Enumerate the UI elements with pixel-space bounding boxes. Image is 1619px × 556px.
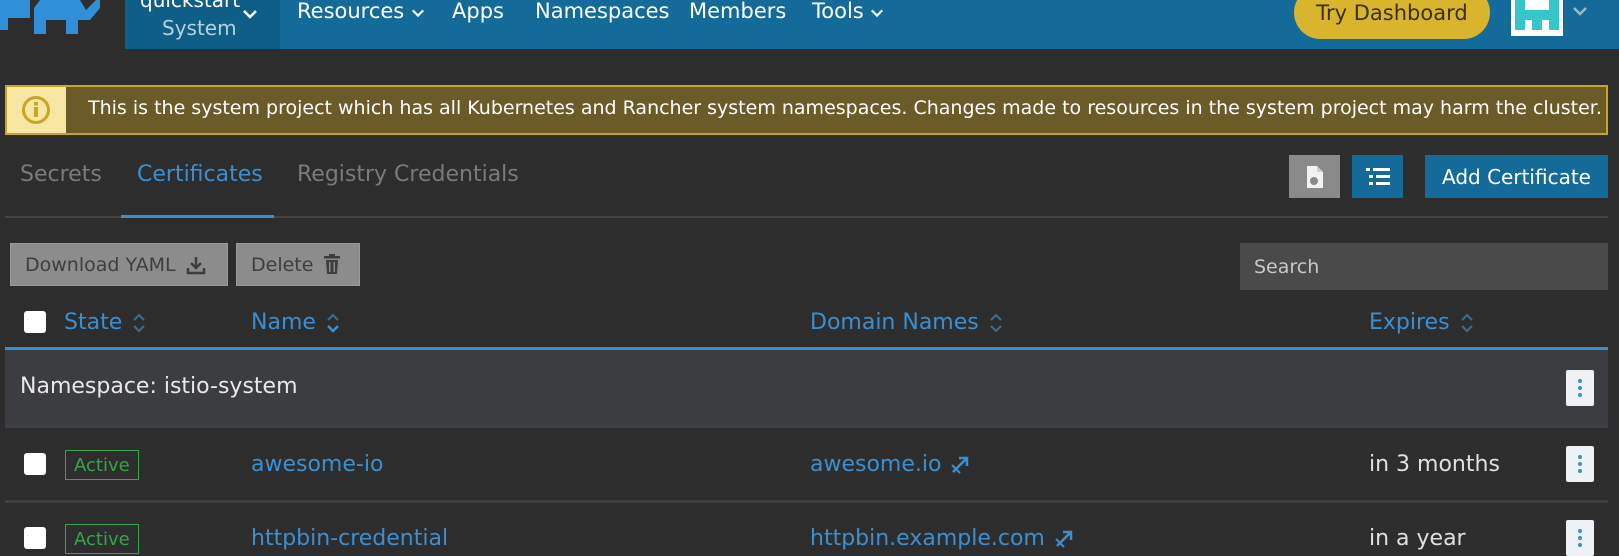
select-all-checkbox[interactable]: [24, 311, 46, 333]
tab-certificates[interactable]: Certificates: [137, 162, 263, 187]
row-actions-button[interactable]: [1566, 446, 1594, 482]
group-actions-button[interactable]: [1566, 370, 1594, 406]
row-divider: [5, 425, 1608, 428]
sort-icon: [133, 313, 145, 332]
view-by-namespace-button[interactable]: [1289, 155, 1340, 198]
certificate-name-link[interactable]: httpbin-credential: [251, 526, 448, 551]
external-link-icon[interactable]: [1053, 528, 1075, 550]
certificate-name-link[interactable]: awesome-io: [251, 452, 383, 477]
sort-icon: [1460, 313, 1473, 332]
row-actions-button[interactable]: [1566, 520, 1594, 556]
banner-icon-box: [5, 85, 66, 135]
domain-link[interactable]: awesome.io: [810, 452, 941, 477]
nav-namespaces[interactable]: Namespaces: [535, 0, 670, 23]
user-menu-chevron-icon[interactable]: [1572, 6, 1588, 16]
row-divider: [5, 500, 1608, 503]
project-name: quickstart: [140, 0, 241, 12]
delete-label: Delete: [251, 253, 314, 276]
tab-secrets[interactable]: Secrets: [20, 162, 102, 187]
row-checkbox[interactable]: [24, 527, 46, 549]
name-header-label: Name: [251, 310, 316, 335]
nav-apps[interactable]: Apps: [452, 0, 504, 23]
domain-cell: awesome.io: [810, 452, 971, 477]
external-link-icon[interactable]: [949, 454, 971, 476]
download-yaml-label: Download YAML: [25, 253, 176, 276]
expires-cell: in 3 months: [1369, 452, 1500, 477]
download-yaml-button[interactable]: Download YAML: [10, 243, 228, 286]
expires-header-label: Expires: [1369, 310, 1450, 335]
column-header-state[interactable]: State: [64, 310, 146, 335]
list-icon: [1365, 167, 1390, 185]
domain-header-label: Domain Names: [810, 310, 979, 335]
domain-cell: httpbin.example.com: [810, 526, 1075, 551]
user-avatar[interactable]: [1511, 0, 1563, 36]
tab-registry-credentials[interactable]: Registry Credentials: [297, 162, 519, 187]
active-tab-indicator: [121, 215, 274, 218]
chevron-down-icon: [411, 9, 424, 18]
trash-icon: [324, 254, 341, 274]
sort-icon: [990, 313, 1002, 332]
folder-file-icon: [1306, 165, 1323, 188]
add-certificate-button[interactable]: Add Certificate: [1425, 155, 1608, 198]
nav-resources[interactable]: Resources: [297, 0, 425, 23]
search-input[interactable]: [1240, 243, 1608, 290]
nav-tools[interactable]: Tools: [812, 0, 884, 23]
rancher-logo[interactable]: [0, 0, 100, 34]
chevron-down-icon[interactable]: [242, 9, 258, 19]
list-view-button[interactable]: [1352, 155, 1403, 198]
column-header-name[interactable]: Name: [251, 310, 340, 335]
delete-button[interactable]: Delete: [236, 243, 360, 286]
project-sub-label: System: [162, 16, 237, 40]
row-checkbox[interactable]: [24, 453, 46, 475]
status-badge: Active: [65, 450, 139, 480]
domain-link[interactable]: httpbin.example.com: [810, 526, 1045, 551]
info-icon: [22, 96, 50, 124]
namespace-group-label: Namespace: istio-system: [20, 374, 298, 399]
column-header-domain-names[interactable]: Domain Names: [810, 310, 1003, 335]
sort-down-icon: [327, 313, 339, 333]
column-header-expires[interactable]: Expires: [1369, 310, 1474, 335]
try-dashboard-button[interactable]: Try Dashboard: [1294, 0, 1490, 39]
expires-cell: in a year: [1369, 526, 1466, 551]
chevron-down-icon: [871, 9, 884, 18]
download-icon: [186, 256, 205, 274]
state-header-label: State: [64, 310, 123, 335]
status-badge: Active: [65, 524, 139, 554]
nav-members[interactable]: Members: [689, 0, 786, 23]
banner-text: This is the system project which has all…: [88, 97, 1602, 119]
